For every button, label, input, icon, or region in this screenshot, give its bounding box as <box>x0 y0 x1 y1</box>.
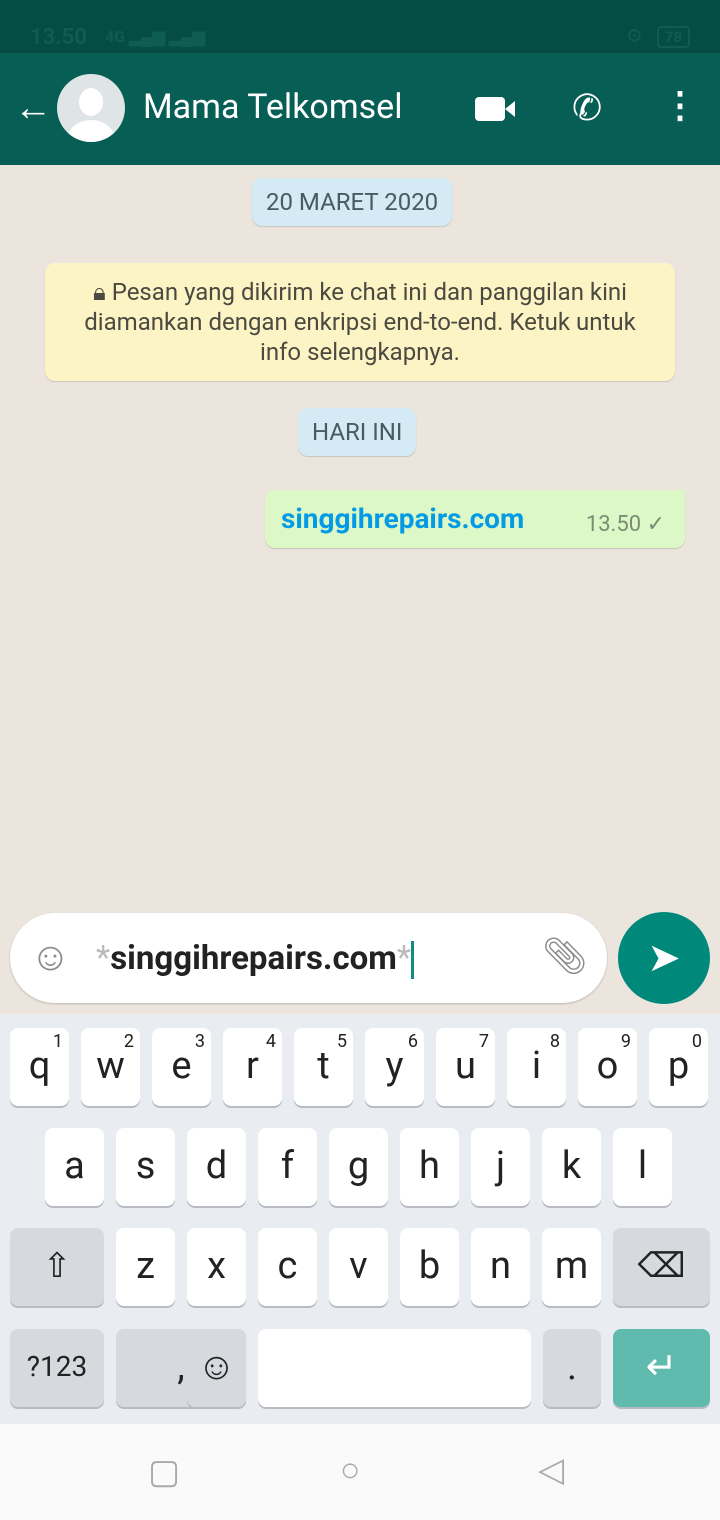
signal-icon: 4G ▂▄▆ ▂▄▆ <box>105 27 205 46</box>
period-key[interactable]: . <box>543 1329 601 1407</box>
backspace-key[interactable]: ⌫ <box>613 1228 710 1306</box>
outgoing-message[interactable]: singgihrepairs.com 13.50 ✓ <box>265 490 685 548</box>
key-s[interactable]: s <box>116 1128 175 1206</box>
key-a[interactable]: a <box>45 1128 104 1206</box>
back-nav-icon[interactable]: ◁ <box>538 1450 564 1490</box>
avatar[interactable] <box>57 74 125 142</box>
key-b[interactable]: b <box>400 1228 459 1306</box>
key-f[interactable]: f <box>258 1128 317 1206</box>
key-q[interactable]: q1 <box>10 1028 69 1106</box>
key-m[interactable]: m <box>542 1228 601 1306</box>
key-y[interactable]: y6 <box>365 1028 424 1106</box>
video-call-icon[interactable] <box>475 97 515 121</box>
contact-name[interactable]: Mama Telkomsel <box>143 87 402 127</box>
battery-indicator: 78 <box>656 26 690 48</box>
key-c[interactable]: c <box>258 1228 317 1306</box>
key-r[interactable]: r4 <box>223 1028 282 1106</box>
key-h[interactable]: h <box>400 1128 459 1206</box>
key-z[interactable]: z <box>116 1228 175 1306</box>
back-arrow-icon[interactable]: ← <box>14 89 52 127</box>
key-i[interactable]: i8 <box>507 1028 566 1106</box>
key-g[interactable]: g <box>329 1128 388 1206</box>
key-n[interactable]: n <box>471 1228 530 1306</box>
send-icon: ➤ <box>647 934 681 981</box>
key-l[interactable]: l <box>613 1128 672 1206</box>
recents-icon[interactable]: ▢ <box>148 1452 180 1492</box>
home-icon[interactable]: ○ <box>340 1450 361 1490</box>
attach-icon[interactable]: 📎︎ <box>542 935 588 977</box>
text-cursor <box>411 941 415 980</box>
date-chip: 20 MARET 2020 <box>252 178 453 226</box>
key-d[interactable]: d <box>187 1128 246 1206</box>
key-t[interactable]: t5 <box>294 1028 353 1106</box>
message-time: 13.50 ✓ <box>585 512 665 537</box>
status-bar: 13.50 4G ▂▄▆ ▂▄▆ ⊙ 78 <box>0 0 720 53</box>
message-input-text[interactable]: *singgihrepairs.com* <box>96 939 415 980</box>
encryption-notice[interactable]: 🔒︎ Pesan yang dikirim ke chat ini dan pa… <box>45 263 675 381</box>
key-k[interactable]: k <box>542 1128 601 1206</box>
key-w[interactable]: w2 <box>81 1028 140 1106</box>
key-e[interactable]: e3 <box>152 1028 211 1106</box>
key-o[interactable]: o9 <box>578 1028 637 1106</box>
key-u[interactable]: u7 <box>436 1028 495 1106</box>
rotation-lock-icon: ⊙ <box>626 25 642 46</box>
navigation-bar: ▢ ○ ◁ <box>0 1424 720 1520</box>
space-key[interactable] <box>258 1329 531 1407</box>
chat-header: ← Mama Telkomsel ✆ ⋮ <box>0 53 720 165</box>
message-input[interactable]: ☺ *singgihrepairs.com* 📎︎ <box>10 913 607 1003</box>
more-options-icon[interactable]: ⋮ <box>662 85 698 125</box>
key-p[interactable]: p0 <box>649 1028 708 1106</box>
keyboard: ⇧ ⌫ ?123 , ☺ . ↵ q1w2e3r4t5y6u7i8o9p0asd… <box>0 1014 720 1424</box>
key-j[interactable]: j <box>471 1128 530 1206</box>
shift-key[interactable]: ⇧ <box>10 1228 104 1306</box>
status-time: 13.50 <box>30 25 87 50</box>
check-icon: ✓ <box>646 512 665 537</box>
key-v[interactable]: v <box>329 1228 388 1306</box>
message-link[interactable]: singgihrepairs.com <box>281 502 524 535</box>
key-x[interactable]: x <box>187 1228 246 1306</box>
symbols-key[interactable]: ?123 <box>10 1329 104 1407</box>
send-button[interactable]: ➤ <box>618 912 710 1004</box>
phone-call-icon[interactable]: ✆ <box>572 87 602 129</box>
emoji-icon[interactable]: ☺ <box>30 935 71 979</box>
enter-key[interactable]: ↵ <box>613 1329 710 1407</box>
today-chip: HARI INI <box>298 408 417 456</box>
lock-icon: 🔒︎ <box>92 278 112 306</box>
emoji-key[interactable]: ☺ <box>187 1329 246 1407</box>
